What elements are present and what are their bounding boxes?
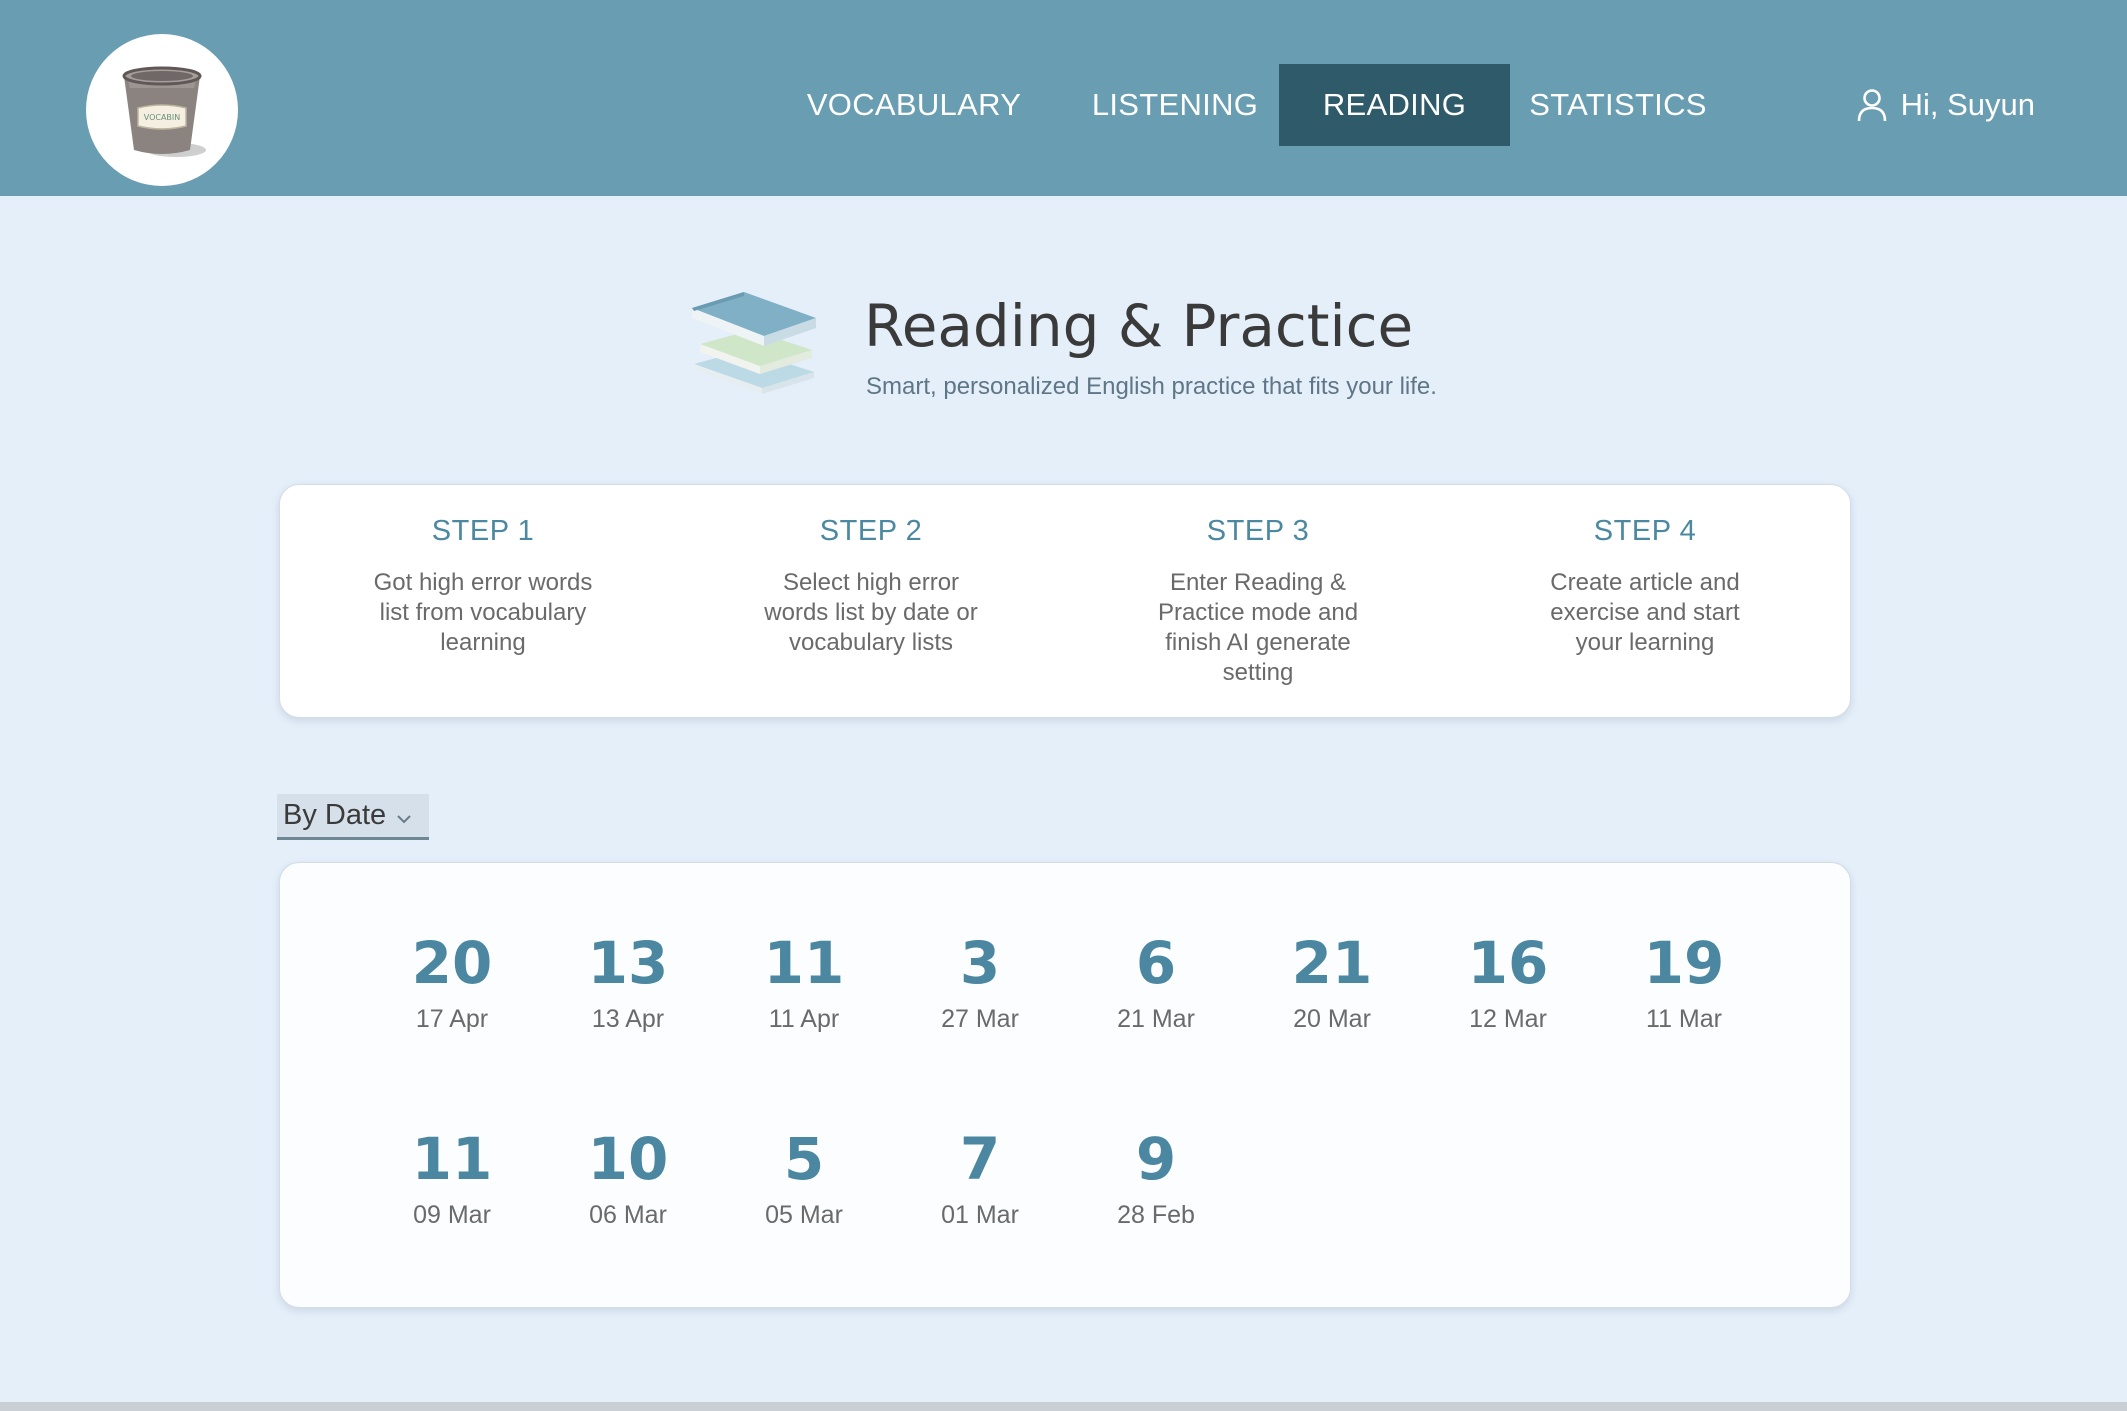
step-title: STEP 1 [431,515,535,547]
word-count: 20 [411,929,493,997]
nav-statistics[interactable]: STATISTICS [1518,64,1718,146]
step-2: STEP 2 Select high error words list by d… [706,515,1036,658]
step-description: Enter Reading & Practice mode and finish… [1157,569,1359,686]
bottom-divider [0,1402,2127,1411]
word-count: 19 [1643,929,1725,997]
page-subtitle: Smart, personalized English practice tha… [866,373,1437,400]
date-label: 06 Mar [589,1201,667,1229]
word-count: 11 [763,929,845,997]
step-4: STEP 4 Create article and exercise and s… [1480,515,1810,658]
date-item[interactable]: 6 21 Mar [1086,931,1226,1034]
date-item[interactable]: 11 09 Mar [382,1127,522,1230]
nav-vocabulary[interactable]: VOCABULARY [782,64,1046,146]
chevron-down-icon [396,814,412,824]
user-greeting: Hi, Suyun [1900,87,2035,122]
word-count: 13 [587,929,669,997]
filter-dropdown[interactable]: By Date [277,794,429,840]
date-item[interactable]: 16 12 Mar [1438,931,1578,1034]
date-label: 12 Mar [1469,1005,1547,1033]
filter-selected-label: By Date [283,799,387,831]
svg-text:VOCABIN: VOCABIN [144,113,181,122]
date-label: 09 Mar [413,1201,491,1229]
word-count: 7 [959,1125,1001,1193]
step-description: Select high error words list by date or … [764,569,978,656]
nav-listening[interactable]: LISTENING [1068,64,1282,146]
word-count: 21 [1291,929,1373,997]
step-title: STEP 2 [819,515,923,547]
steps-card: STEP 1 Got high error words list from vo… [279,484,1851,718]
date-item[interactable]: 13 13 Apr [558,931,698,1034]
bucket-logo-icon: VOCABIN [122,66,206,157]
word-count: 3 [959,929,1001,997]
nav-reading[interactable]: READING [1279,64,1510,146]
word-count: 11 [411,1125,493,1193]
date-label: 11 Apr [768,1005,840,1033]
date-label: 27 Mar [941,1005,1019,1033]
books-icon [686,282,824,410]
date-label: 20 Mar [1293,1005,1371,1033]
step-3: STEP 3 Enter Reading & Practice mode and… [1093,515,1423,688]
date-label: 11 Mar [1646,1005,1722,1033]
step-title: STEP 3 [1206,515,1310,547]
step-1: STEP 1 Got high error words list from vo… [318,515,648,658]
date-label: 01 Mar [941,1201,1019,1229]
date-item[interactable]: 11 11 Apr [734,931,874,1034]
step-description: Got high error words list from vocabular… [373,569,593,656]
date-label: 13 Apr [591,1005,665,1033]
user-icon [1857,88,1887,122]
date-item[interactable]: 10 06 Mar [558,1127,698,1230]
dates-card: 20 17 Apr 13 13 Apr 11 11 Apr 3 27 Mar 6… [279,862,1851,1308]
date-label: 21 Mar [1117,1005,1195,1033]
date-label: 17 Apr [415,1005,489,1033]
date-item[interactable]: 5 05 Mar [734,1127,874,1230]
date-item[interactable]: 21 20 Mar [1262,931,1402,1034]
date-item[interactable]: 19 11 Mar [1614,931,1754,1034]
date-item[interactable]: 7 01 Mar [910,1127,1050,1230]
top-navbar: VOCABIN VOCABULARY LISTENING READING STA… [0,0,2127,196]
date-label: 28 Feb [1117,1201,1195,1229]
date-item[interactable]: 20 17 Apr [382,931,522,1034]
step-title: STEP 4 [1593,515,1697,547]
date-label: 05 Mar [765,1201,843,1229]
step-description: Create article and exercise and start yo… [1550,569,1740,656]
word-count: 10 [587,1125,669,1193]
word-count: 9 [1135,1125,1177,1193]
reading-page: VOCABIN VOCABULARY LISTENING READING STA… [0,0,2127,1411]
date-item[interactable]: 9 28 Feb [1086,1127,1226,1230]
word-count: 5 [783,1125,825,1193]
logo[interactable]: VOCABIN [86,34,238,186]
word-count: 6 [1135,929,1177,997]
user-menu[interactable]: Hi, Suyun [1857,82,2035,128]
word-count: 16 [1467,929,1549,997]
page-title: Reading & Practice [864,292,1414,360]
date-item[interactable]: 3 27 Mar [910,931,1050,1034]
